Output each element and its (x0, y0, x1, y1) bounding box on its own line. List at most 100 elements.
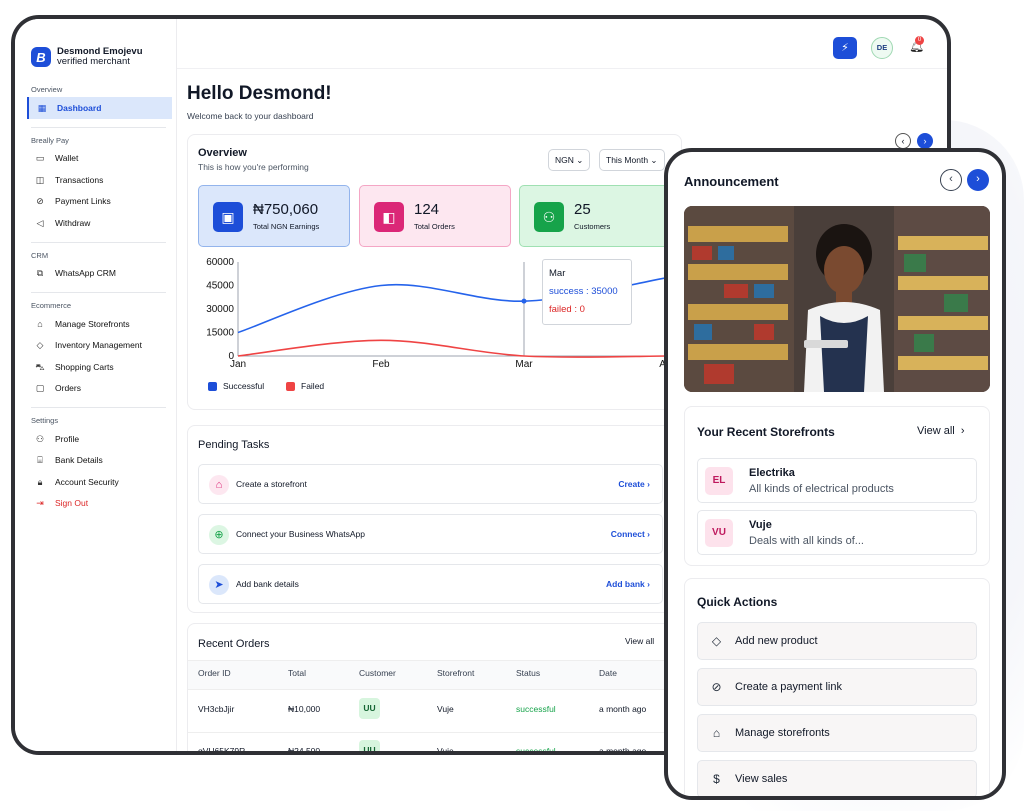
sidebar-item-label: Payment Links (55, 196, 111, 207)
storefront-name: Vuje (749, 519, 772, 531)
store-icon: ⌂ (209, 475, 229, 495)
store-icon: ⌂ (37, 318, 43, 329)
sidebar-item-payment-links[interactable]: ⊘ Payment Links (15, 191, 176, 213)
sidebar-item-sign-out[interactable]: ⇥ Sign Out (15, 493, 176, 515)
next-arrow-icon[interactable]: › (917, 133, 933, 149)
currency-select[interactable]: NGN ⌄ (548, 149, 591, 171)
wallet-icon: ▣ (213, 202, 243, 232)
order-total: ₦10,000 (288, 704, 321, 714)
task-storefront[interactable]: ⌂ Create a storefront Create › (198, 464, 663, 504)
overview-title: Overview (198, 147, 247, 159)
action-label: Manage storefronts (735, 727, 830, 739)
sidebar-item-transactions[interactable]: ◫ Transactions (15, 169, 176, 191)
action-label: Create a payment link (735, 681, 842, 693)
action-label: Add new product (735, 635, 818, 647)
dollar-icon: $ (713, 772, 720, 786)
sidebar-item-whatsapp-crm[interactable]: ⧉ WhatsApp CRM (15, 263, 176, 285)
col-date: Date (599, 668, 617, 678)
chart-tooltip: Mar success : 35000 failed : 0 (542, 259, 632, 325)
col-order-id: Order ID (198, 668, 231, 678)
sidebar-item-shopping-carts[interactable]: ⛍ Shopping Carts (15, 356, 176, 378)
tag-icon: ◇ (711, 634, 722, 648)
sidebar-item-account-security[interactable]: 🔒︎ Account Security (15, 471, 176, 493)
sidebar-item-orders[interactable]: ▢ Orders (15, 378, 176, 400)
sidebar-item-dashboard[interactable]: ▦ Dashboard (27, 97, 172, 119)
sidebar-item-bank-details[interactable]: ⌸ Bank Details (15, 450, 176, 472)
order-id: VH3cbJjir (198, 704, 235, 714)
storefront-item[interactable]: EL Electrika All kinds of electrical pro… (697, 458, 977, 503)
main-content: Hello Desmond! Welcome back to your dash… (187, 79, 687, 751)
bell-icon[interactable]: 🔔︎ 0 (909, 36, 924, 53)
sidebar-item-profile[interactable]: ⚇ Profile (15, 428, 176, 450)
divider (31, 292, 166, 293)
tasks-title: Pending Tasks (198, 439, 270, 451)
stat-earnings: ▣ ₦750,060 Total NGN Earnings (198, 185, 350, 247)
chevron-right-icon: › (647, 529, 650, 539)
row-divider (188, 732, 681, 733)
task-action[interactable]: Add bank › (606, 579, 650, 589)
action-manage-storefronts[interactable]: ⌂ Manage storefronts (697, 714, 977, 752)
sidebar-item-wallet[interactable]: ▭ Wallet (15, 148, 176, 170)
sidebar-item-label: Wallet (55, 153, 79, 164)
link-icon: ⊘ (36, 196, 44, 207)
tooltip-success: success : 35000 (549, 286, 618, 297)
announcement-title: Announcement (684, 174, 779, 189)
order-date: a month ago (599, 704, 647, 714)
y-tick-label: 45000 (206, 281, 234, 292)
section-settings: Settings (31, 416, 59, 425)
bolt-icon[interactable]: ⚡︎ (833, 37, 857, 59)
chevron-right-icon: › (647, 479, 650, 489)
y-tick-label: 30000 (206, 304, 234, 315)
legend-label: Successful (223, 381, 265, 391)
whatsapp-icon: ⊕ (209, 525, 229, 545)
notification-badge: 0 (915, 36, 924, 45)
tooltip-failed: failed : 0 (549, 304, 585, 315)
brand: B Desmond Emojevu verified merchant (15, 19, 176, 77)
task-whatsapp[interactable]: ⊕ Connect your Business WhatsApp Connect… (198, 514, 663, 554)
col-customer: Customer (359, 668, 396, 678)
sidebar-item-inventory[interactable]: ◇ Inventory Management (15, 335, 176, 357)
action-add-product[interactable]: ◇ Add new product (697, 622, 977, 660)
phone-frame: Announcement ‹ › Your Recent Storefronts… (664, 148, 1006, 800)
legend-successful: Successful (208, 381, 264, 391)
sidebar-item-label: Shopping Carts (55, 361, 114, 372)
grid-icon: ▦ (37, 102, 47, 113)
col-total: Total (288, 668, 306, 678)
task-action[interactable]: Connect › (611, 529, 650, 539)
sidebar-item-manage-storefronts[interactable]: ⌂ Manage Storefronts (15, 313, 176, 335)
stat-value: 124 (414, 201, 440, 218)
orders-view-all[interactable]: View all (625, 636, 654, 646)
storefront-item[interactable]: VU Vuje Deals with all kinds of... (697, 510, 977, 555)
section-breally-pay: Breally Pay (31, 135, 69, 145)
storefronts-view-all[interactable]: View all › (917, 425, 965, 437)
currency-value: NGN (555, 155, 574, 165)
sidebar-item-label: Manage Storefronts (55, 318, 130, 329)
y-tick-label: 15000 (206, 328, 234, 339)
prev-arrow-icon[interactable]: ‹ (940, 169, 962, 191)
sidebar: B Desmond Emojevu verified merchant Over… (15, 19, 177, 751)
sidebar-item-label: Account Security (55, 476, 119, 487)
action-payment-link[interactable]: ⊘ Create a payment link (697, 668, 977, 706)
order-storefront: Vuje (437, 746, 454, 755)
period-select[interactable]: This Month ⌄ (599, 149, 665, 171)
page-subtitle: Welcome back to your dashboard (187, 111, 314, 121)
task-label: Add bank details (236, 579, 299, 589)
action-view-sales[interactable]: $ View sales (697, 760, 977, 796)
task-bank[interactable]: ➤ Add bank details Add bank › (198, 564, 663, 604)
next-arrow-icon[interactable]: › (967, 169, 989, 191)
avatar[interactable]: DE (871, 37, 893, 59)
task-action-label: Add bank (606, 579, 645, 589)
legend-swatch (208, 381, 217, 391)
announcement-image (684, 206, 990, 392)
order-storefront: Vuje (437, 704, 454, 714)
overview-subtitle: This is how you're performing (198, 162, 309, 172)
bag-icon: ◧ (374, 202, 404, 232)
stat-orders: ◧ 124 Total Orders (359, 185, 511, 247)
x-tick-label: Feb (372, 359, 390, 370)
prev-arrow-icon[interactable]: ‹ (895, 133, 911, 149)
storefront-name: Electrika (749, 467, 795, 479)
sidebar-item-withdraw[interactable]: ◁ Withdraw (15, 212, 176, 234)
lock-icon: 🔒︎ (37, 476, 43, 487)
task-action[interactable]: Create › (618, 479, 650, 489)
sidebar-item-label: Bank Details (55, 455, 103, 466)
